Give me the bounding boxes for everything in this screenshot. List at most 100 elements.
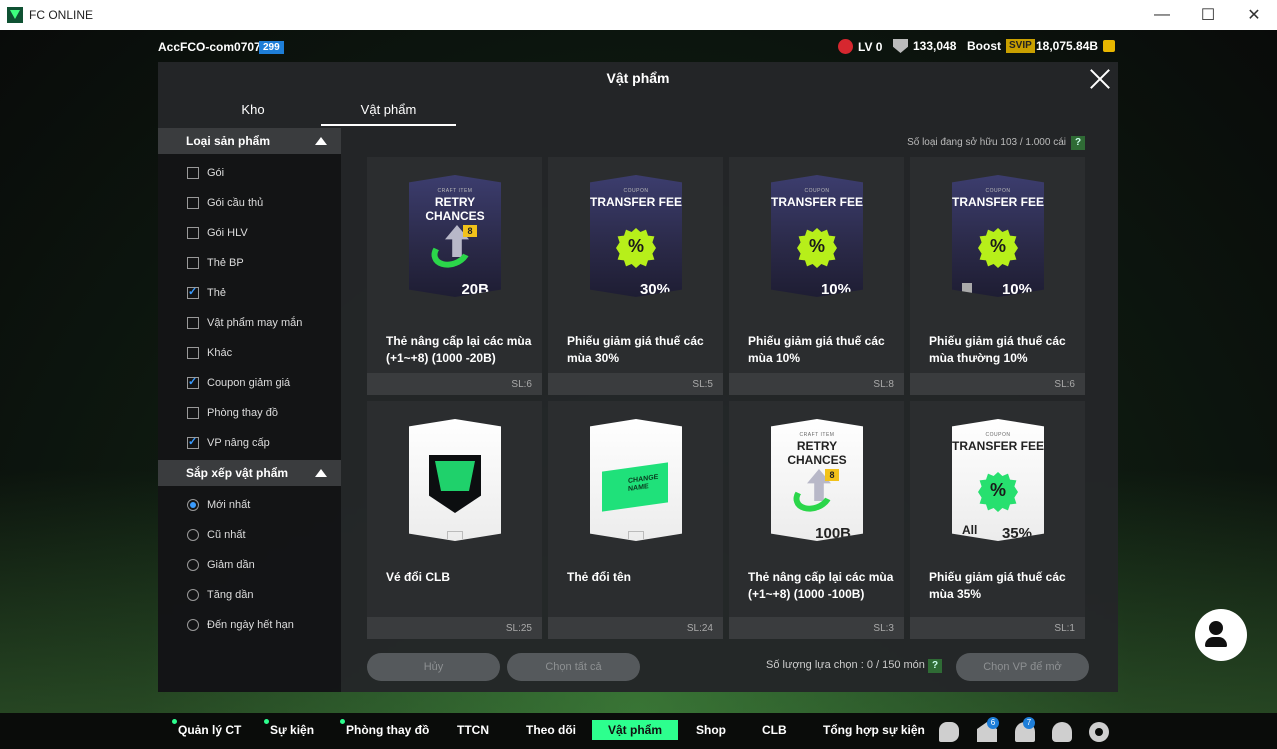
item-card[interactable]: Vé đổi CLB SL:25	[367, 401, 542, 639]
filter-option[interactable]: Thẻ BP	[187, 255, 244, 271]
checkbox[interactable]	[187, 227, 199, 239]
radio[interactable]	[187, 589, 199, 601]
radio[interactable]	[187, 529, 199, 541]
help-icon[interactable]: ?	[1071, 136, 1085, 150]
nav-ttcn[interactable]: TTCN	[457, 723, 489, 737]
pack-title: TRANSFER FEE	[952, 439, 1045, 453]
filter-option[interactable]: Gói cầu thủ	[187, 195, 263, 211]
user-level-badge: 299	[259, 41, 284, 54]
nav-events[interactable]: Sự kiện	[264, 719, 314, 737]
sort-option[interactable]: Đến ngày hết hạn	[187, 617, 294, 633]
status-bar: AccFCO-com0707c 299 LV 0 133,048 Boost S…	[0, 36, 1277, 58]
points-display: 133,048	[893, 39, 956, 53]
checkbox-checked[interactable]	[187, 285, 199, 299]
cancel-button[interactable]: Hủy	[367, 653, 500, 681]
filter-label: Khác	[207, 347, 233, 359]
item-pack-image: CRAFT ITEM RETRY CHANCES 8 100B	[771, 419, 863, 541]
filter-option[interactable]: Coupon giảm giá	[187, 375, 290, 391]
filter-option[interactable]: Vật phẩm may mắn	[187, 315, 302, 331]
shield-icon	[893, 39, 908, 53]
sort-option[interactable]: Cũ nhất	[187, 527, 246, 543]
collapse-up-icon	[315, 469, 327, 477]
filter-option[interactable]: Khác	[187, 345, 232, 361]
pack-subtitle: CRAFT ITEM	[799, 432, 835, 438]
tab-items[interactable]: Vật phẩm	[321, 102, 456, 126]
filter-option[interactable]: VP nâng cấp	[187, 435, 270, 451]
nav-items[interactable]: Vật phẩm	[592, 720, 679, 740]
sort-label: Cũ nhất	[207, 529, 246, 541]
name-ticket-icon: CHANGE NAME	[602, 462, 668, 512]
coin-icon	[1103, 40, 1116, 52]
points-text: 133,048	[913, 39, 957, 53]
maximize-button[interactable]: ☐	[1185, 0, 1231, 30]
item-card[interactable]: CRAFT ITEM RETRY CHANCES 8 20B Thẻ nâng …	[367, 157, 542, 395]
item-card[interactable]: COUPON TRANSFER FEE % All 35% Phiếu giảm…	[910, 401, 1085, 639]
sort-option[interactable]: Mới nhất	[187, 497, 250, 513]
item-pack-image: COUPON TRANSFER FEE % 10%	[952, 175, 1044, 297]
minimize-button[interactable]: —	[1139, 0, 1185, 30]
checkbox[interactable]	[187, 257, 199, 269]
filter-option[interactable]: Gói	[187, 165, 224, 181]
item-qty: SL:8	[873, 379, 894, 390]
sort-label: Giảm dần	[207, 559, 255, 571]
item-pack-image: CRAFT ITEM RETRY CHANCES 8 20B	[409, 175, 501, 297]
nav-follow[interactable]: Theo dõi	[526, 723, 576, 737]
nav-team-management[interactable]: Quản lý CT	[172, 719, 241, 737]
item-qty: SL:3	[873, 623, 894, 634]
sort-header[interactable]: Sắp xếp vật phẩm	[158, 460, 341, 486]
checkbox[interactable]	[187, 167, 199, 179]
item-name: Phiếu giảm giá thuế các mùa thường 10%	[929, 334, 1066, 365]
nav-event-summary[interactable]: Tổng hợp sự kiện	[823, 723, 925, 737]
bell-badge: 7	[1023, 717, 1035, 729]
pack-subtitle: COUPON	[804, 188, 830, 194]
item-card[interactable]: COUPON TRANSFER FEE % 30% Phiếu giảm giá…	[548, 157, 723, 395]
tab-storage[interactable]: Kho	[158, 102, 348, 126]
nav-locker-room[interactable]: Phòng thay đồ	[340, 719, 429, 737]
filter-option[interactable]: Phòng thay đồ	[187, 405, 278, 421]
gear-icon[interactable]	[1089, 722, 1109, 742]
select-all-button[interactable]: Chọn tất cả	[507, 653, 640, 681]
open-items-button[interactable]: Chọn VP để mở	[956, 653, 1089, 681]
item-card[interactable]: CHANGE NAME Thẻ đổi tên SL:24	[548, 401, 723, 639]
checkbox-checked[interactable]	[187, 375, 199, 389]
filter-label: Gói HLV	[207, 227, 248, 239]
app-logo-icon	[7, 7, 23, 23]
item-pack-image: COUPON TRANSFER FEE % All 35%	[952, 419, 1044, 541]
profile-icon[interactable]	[1052, 722, 1072, 742]
radio-selected[interactable]	[187, 499, 199, 511]
help-icon[interactable]: ?	[928, 659, 942, 673]
item-name: Phiếu giảm giá thuế các mùa 35%	[929, 570, 1066, 601]
radio[interactable]	[187, 559, 199, 571]
pack-subtitle: COUPON	[985, 432, 1011, 438]
pack-value: 100B	[815, 525, 851, 542]
sort-option[interactable]: Tăng dần	[187, 587, 253, 603]
radio[interactable]	[187, 619, 199, 631]
nav-club[interactable]: CLB	[762, 723, 787, 737]
close-window-button[interactable]: ✕	[1231, 0, 1277, 30]
product-type-header[interactable]: Loại sản phẩm	[158, 128, 341, 154]
item-name: Vé đổi CLB	[386, 570, 451, 584]
checkbox[interactable]	[187, 197, 199, 209]
nav-shop[interactable]: Shop	[696, 723, 726, 737]
item-pack-image: CHANGE NAME	[590, 419, 682, 541]
support-chat-button[interactable]	[1195, 609, 1247, 661]
class-label: All	[962, 523, 978, 537]
pack-title: TRANSFER FEE	[771, 195, 864, 209]
filter-option[interactable]: Gói HLV	[187, 225, 248, 241]
item-card[interactable]: COUPON TRANSFER FEE % 10% Phiếu giảm giá…	[729, 157, 904, 395]
checkbox[interactable]	[187, 317, 199, 329]
close-icon[interactable]	[1088, 67, 1112, 91]
checkbox[interactable]	[187, 407, 199, 419]
checkbox[interactable]	[187, 347, 199, 359]
pack-value: 10%	[1001, 281, 1032, 298]
chat-icon[interactable]	[939, 722, 959, 742]
collapse-up-icon	[315, 137, 327, 145]
filter-label: Thẻ	[207, 287, 226, 299]
sort-option[interactable]: Giảm dần	[187, 557, 255, 573]
item-card[interactable]: COUPON TRANSFER FEE % 10% Phiếu giảm giá…	[910, 157, 1085, 395]
checkbox-checked[interactable]	[187, 435, 199, 449]
item-name: Phiếu giảm giá thuế các mùa 10%	[748, 334, 885, 365]
item-card[interactable]: CRAFT ITEM RETRY CHANCES 8 100B Thẻ nâng…	[729, 401, 904, 639]
upgrade-arrow-icon: 8	[789, 469, 841, 517]
filter-option[interactable]: Thẻ	[187, 285, 226, 301]
